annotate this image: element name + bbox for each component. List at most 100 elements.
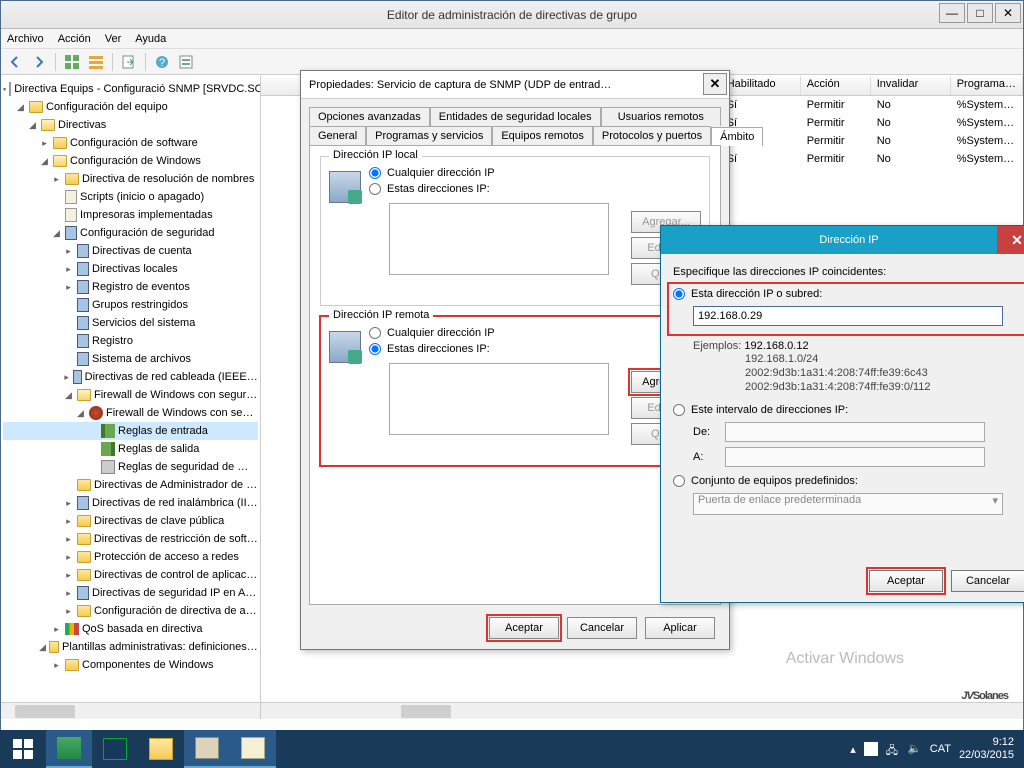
tree-conf-soft[interactable]: ▸Configuración de software	[3, 134, 258, 152]
task-powershell[interactable]	[92, 730, 138, 768]
props-cancel-button[interactable]: Cancelar	[567, 617, 637, 639]
tree-fw-win[interactable]: ◢Firewall de Windows con segur…	[3, 386, 258, 404]
tree-serv-sist[interactable]: Servicios del sistema	[3, 314, 258, 332]
book-icon	[77, 316, 89, 330]
tab-usuarios-remotos[interactable]: Usuarios remotos	[601, 107, 721, 126]
task-gpedit[interactable]	[184, 730, 230, 768]
menu-ayuda[interactable]: Ayuda	[135, 33, 166, 45]
menu-archivo[interactable]: Archivo	[7, 33, 44, 45]
tab-ambito[interactable]: Ámbito	[711, 127, 763, 146]
tree-scripts[interactable]: Scripts (inicio o apagado)	[3, 188, 258, 206]
tree-reg-eventos[interactable]: ▸Registro de eventos	[3, 278, 258, 296]
tab-opciones-avanzadas[interactable]: Opciones avanzadas	[309, 107, 430, 126]
tab-general[interactable]: General	[309, 126, 366, 145]
radio-remote-any[interactable]: Cualquier dirección IP	[369, 327, 609, 339]
menu-accion[interactable]: Acción	[58, 33, 91, 45]
tab-entidades-seguridad[interactable]: Entidades de seguridad locales	[430, 107, 601, 126]
nav-fwd-icon[interactable]	[29, 52, 49, 72]
tree-conf-win[interactable]: ◢Configuración de Windows	[3, 152, 258, 170]
range-from-input[interactable]	[725, 422, 985, 442]
start-button[interactable]	[0, 730, 46, 768]
radio-remote-these[interactable]: Estas direcciones IP:	[369, 343, 609, 355]
tree-ctrl-aplic[interactable]: ▸Directivas de control de aplicac…	[3, 566, 258, 584]
tree-grupos-rest[interactable]: Grupos restringidos	[3, 296, 258, 314]
props-ok-button[interactable]: Aceptar	[489, 617, 559, 639]
tool-grid-icon[interactable]	[62, 52, 82, 72]
local-ip-list[interactable]	[389, 203, 609, 275]
tree-impresoras[interactable]: Impresoras implementadas	[3, 206, 258, 224]
tray-flag-icon[interactable]	[864, 742, 878, 756]
tree-conf-seg[interactable]: ◢Configuración de seguridad	[3, 224, 258, 242]
tray-volume-icon[interactable]: 🔈	[908, 742, 922, 756]
book-icon	[77, 262, 89, 276]
tree-registro[interactable]: Registro	[3, 332, 258, 350]
task-server-manager[interactable]	[46, 730, 92, 768]
tree-rest-soft[interactable]: ▸Directivas de restricción de soft…	[3, 530, 258, 548]
tree-directivas[interactable]: ◢Directivas	[3, 116, 258, 134]
tool-export-icon[interactable]	[119, 52, 139, 72]
tree-hscroll[interactable]	[1, 702, 260, 719]
tree-dir-admin[interactable]: Directivas de Administrador de …	[3, 476, 258, 494]
tree-reglas-in[interactable]: Reglas de entrada	[3, 422, 258, 440]
tree-reglas-out[interactable]: Reglas de salida	[3, 440, 258, 458]
tab-protocolos-puertos[interactable]: Protocolos y puertos	[593, 126, 711, 145]
dialog-titlebar[interactable]: Propiedades: Servicio de captura de SNMP…	[301, 71, 729, 99]
tree-dir-locales[interactable]: ▸Directivas locales	[3, 260, 258, 278]
task-explorer[interactable]	[138, 730, 184, 768]
nav-back-icon[interactable]	[5, 52, 25, 72]
tree-seg-ip[interactable]: ▸Directivas de seguridad IP en A…	[3, 584, 258, 602]
col-habilitado[interactable]: Habilitado	[721, 76, 801, 95]
tree-sist-arch[interactable]: Sistema de archivos	[3, 350, 258, 368]
props-apply-button[interactable]: Aplicar	[645, 617, 715, 639]
radio-ip-range[interactable]: Este intervalo de direcciones IP:	[673, 404, 1024, 416]
minimize-button[interactable]: —	[939, 3, 965, 23]
tree-red-inalam[interactable]: ▸Directivas de red inalámbrica (II…	[3, 494, 258, 512]
tray-network-icon[interactable]: 🖧	[886, 742, 900, 756]
menu-ver[interactable]: Ver	[105, 33, 122, 45]
col-programa[interactable]: Programa…	[951, 76, 1023, 95]
tree-reglas-sec[interactable]: Reglas de seguridad de …	[3, 458, 258, 476]
ip-subnet-input[interactable]	[693, 306, 1003, 326]
tree-prot-redes[interactable]: ▸Protección de acceso a redes	[3, 548, 258, 566]
tray-up-icon[interactable]: ▴	[850, 743, 856, 756]
tree-comp-win[interactable]: ▸Componentes de Windows	[3, 656, 258, 674]
col-invalidar[interactable]: Invalidar	[871, 76, 951, 95]
radio-ip-preset[interactable]: Conjunto de equipos predefinidos:	[673, 475, 1024, 487]
ip-cancel-button[interactable]: Cancelar	[951, 570, 1024, 592]
tray-lang[interactable]: CAT	[930, 743, 951, 755]
dialog-close-button[interactable]: ✕	[703, 73, 727, 95]
tab-equipos-remotos[interactable]: Equipos remotos	[492, 126, 593, 145]
tool-list-icon[interactable]	[86, 52, 106, 72]
tree-dir-cuenta[interactable]: ▸Directivas de cuenta	[3, 242, 258, 260]
tray-clock[interactable]: 9:12 22/03/2015	[959, 736, 1014, 762]
radio-ip-subnet[interactable]: Esta dirección IP o subred:	[673, 288, 1024, 300]
tree-conf-equipo[interactable]: ◢Configuración del equipo	[3, 98, 258, 116]
tree-red-cable[interactable]: ▸Directivas de red cableada (IEEE…	[3, 368, 258, 386]
tree-root[interactable]: ▪Directiva Equips - Configuració SNMP [S…	[3, 80, 258, 98]
maximize-button[interactable]: □	[967, 3, 993, 23]
radio-local-these[interactable]: Estas direcciones IP:	[369, 183, 609, 195]
preset-select[interactable]: Puerta de enlace predeterminada▾	[693, 493, 1003, 515]
tree-dir-resol[interactable]: ▸Directiva de resolución de nombres	[3, 170, 258, 188]
tool-help-icon[interactable]: ?	[152, 52, 172, 72]
task-notepad[interactable]	[230, 730, 276, 768]
col-accion[interactable]: Acción	[801, 76, 871, 95]
tree-plant-admin[interactable]: ◢Plantillas administrativas: definicione…	[3, 638, 258, 656]
ip-dialog-close-button[interactable]: ✕	[997, 226, 1024, 254]
tree-clave-pub[interactable]: ▸Directivas de clave pública	[3, 512, 258, 530]
book-icon	[77, 352, 89, 366]
tree-fw-win2[interactable]: ◢Firewall de Windows con se…	[3, 404, 258, 422]
remote-ip-list[interactable]	[389, 363, 609, 435]
list-hscroll[interactable]	[261, 702, 1023, 719]
close-button[interactable]: ✕	[995, 3, 1021, 23]
radio-local-any[interactable]: Cualquier dirección IP	[369, 167, 609, 179]
tree-qos[interactable]: ▸QoS basada en directiva	[3, 620, 258, 638]
explorer-icon	[149, 738, 173, 760]
folder-icon	[77, 605, 91, 617]
ip-dialog-titlebar[interactable]: Dirección IP ✕	[661, 226, 1024, 254]
tool-props-icon[interactable]	[176, 52, 196, 72]
tree-conf-dir-av[interactable]: ▸Configuración de directiva de a…	[3, 602, 258, 620]
ip-ok-button[interactable]: Aceptar	[869, 570, 943, 592]
tab-programas-servicios[interactable]: Programas y servicios	[366, 126, 492, 145]
range-to-input[interactable]	[725, 447, 985, 467]
